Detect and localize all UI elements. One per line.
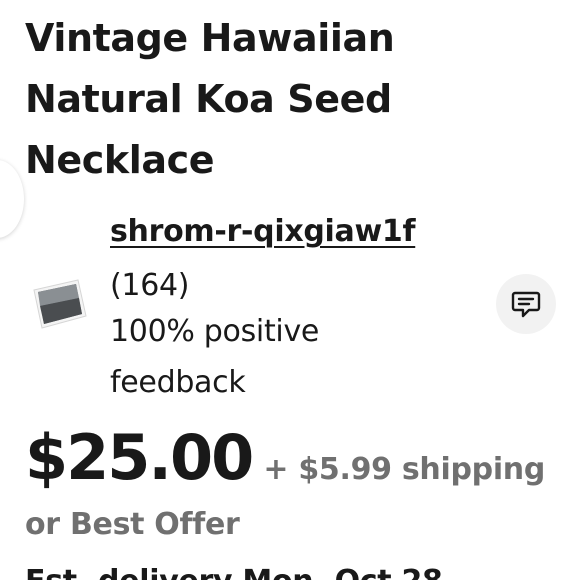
seller-avatar[interactable]: [30, 276, 90, 332]
seller-photo-icon: [33, 279, 87, 329]
contact-seller-button[interactable]: [496, 274, 556, 334]
item-price: $25.00: [25, 421, 254, 494]
carousel-prev-button[interactable]: [0, 160, 24, 238]
listing-page: Vintage Hawaiian Natural Koa Seed Neckla…: [0, 0, 580, 580]
message-icon: [511, 291, 541, 318]
price-row: $25.00 + $5.99 shipping: [25, 420, 545, 496]
shipping-cost: + $5.99 shipping: [263, 452, 546, 487]
estimated-delivery: Est. delivery Mon, Oct 28: [25, 560, 443, 580]
seller-feedback-percent: 100% positive feedback: [110, 314, 320, 400]
best-offer-label: or Best Offer: [25, 507, 240, 542]
listing-title: Vintage Hawaiian Natural Koa Seed Neckla…: [25, 16, 395, 182]
seller-feedback-count[interactable]: (164): [110, 264, 189, 308]
seller-name-link[interactable]: shrom-r-qixgiaw1f: [110, 210, 416, 254]
